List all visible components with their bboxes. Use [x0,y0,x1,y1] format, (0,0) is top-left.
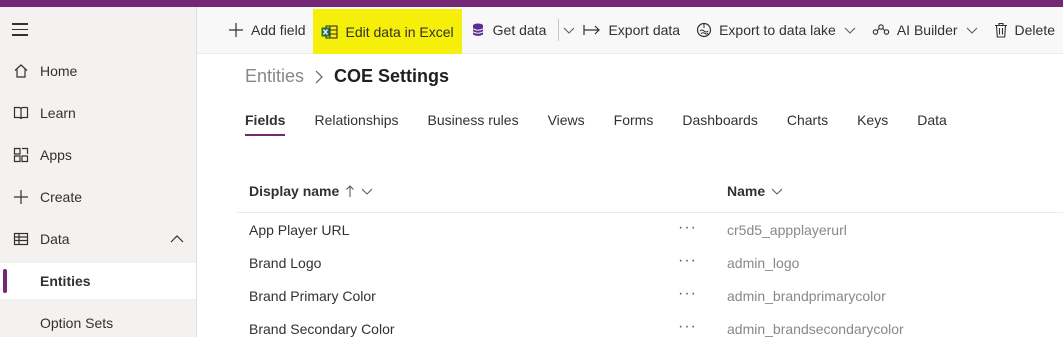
get-data-label: Get data [492,22,547,38]
ai-builder-button[interactable]: AI Builder [864,7,986,53]
book-icon [12,104,30,122]
hamburger-menu-icon[interactable] [12,23,28,37]
tab-views[interactable]: Views [548,110,585,136]
nav-item-home[interactable]: Home [0,53,196,89]
tab-charts[interactable]: Charts [787,110,828,136]
field-schema-name: admin_brandprimarycolor [727,288,886,304]
tab-business-rules[interactable]: Business rules [428,110,519,136]
more-options-icon[interactable]: ··· [678,313,697,346]
field-display-name[interactable]: App Player URL [249,214,349,247]
table-row[interactable]: App Player URL ··· cr5d5_appplayerurl [237,214,1063,247]
table-header: Display name Name [237,170,1063,213]
plus-icon [229,23,243,37]
page-title: COE Settings [334,66,450,86]
ai-builder-icon [872,24,890,35]
tab-fields[interactable]: Fields [245,110,286,136]
table-row[interactable]: Brand Secondary Color ··· admin_brandsec… [237,313,1063,346]
nav-item-data[interactable]: Data [0,221,196,257]
table-row[interactable]: Brand Logo ··· admin_logo [237,247,1063,280]
delete-button[interactable]: Delete [986,7,1063,53]
home-icon [12,62,30,80]
chevron-down-icon [361,188,373,195]
toolbar-divider [558,19,559,41]
breadcrumb-entities-link[interactable]: Entities [245,66,304,87]
field-schema-name: admin_logo [727,255,800,271]
excel-icon [321,24,339,39]
tab-dashboards[interactable]: Dashboards [682,110,758,136]
chevron-down-icon[interactable] [844,24,856,36]
add-field-label: Add field [251,22,306,38]
nav-item-label: Create [40,189,83,205]
table-icon [12,230,30,248]
tab-forms[interactable]: Forms [614,110,654,136]
more-options-icon[interactable]: ··· [678,247,697,280]
export-data-label: Export data [608,22,681,38]
add-field-button[interactable]: Add field [220,7,313,53]
database-icon [472,23,483,36]
field-schema-name: admin_brandsecondarycolor [727,321,904,337]
field-schema-name: cr5d5_appplayerurl [727,222,847,238]
breadcrumb: Entities COE Settings [245,66,449,87]
nav-item-label: Data [40,231,70,247]
plus-icon [12,188,30,206]
nav-item-label: Apps [40,147,72,163]
nav-subitem-label: Option Sets [40,315,114,331]
tab-keys[interactable]: Keys [857,110,888,136]
nav-item-label: Learn [40,105,76,121]
nav-subitem-option-sets[interactable]: Option Sets [0,305,196,341]
edit-data-in-excel-button[interactable]: Edit data in Excel [313,9,462,54]
chevron-down-icon [563,27,575,34]
left-nav: Home Learn Apps Create Data Entities Opt… [0,7,197,337]
column-header-label: Name [727,183,766,199]
column-header-display-name[interactable]: Display name [249,170,373,212]
field-display-name[interactable]: Brand Secondary Color [249,313,395,346]
chevron-down-icon[interactable] [966,24,978,36]
column-header-label: Display name [249,183,340,199]
apps-icon [12,146,30,164]
nav-subitem-entities[interactable]: Entities [0,263,196,299]
more-options-icon[interactable]: ··· [678,280,697,313]
trash-icon [994,22,1007,38]
export-to-data-lake-button[interactable]: Export to data lake [688,7,864,53]
nav-subitem-label: Entities [40,273,91,289]
nav-item-label: Home [40,63,78,79]
ai-builder-label: AI Builder [896,22,958,38]
get-data-button[interactable]: Get data [462,7,555,53]
entity-tabs: Fields Relationships Business rules View… [245,110,976,136]
export-data-button[interactable]: Export data [575,7,688,53]
tab-relationships[interactable]: Relationships [314,110,398,136]
tab-data[interactable]: Data [917,110,947,136]
field-display-name[interactable]: Brand Primary Color [249,280,376,313]
export-to-data-lake-label: Export to data lake [719,22,836,38]
chevron-up-icon[interactable] [170,232,184,246]
nav-item-learn[interactable]: Learn [0,95,196,131]
chevron-right-icon [314,70,324,84]
export-arrow-icon [583,25,601,35]
get-data-dropdown[interactable] [563,7,576,53]
nav-item-apps[interactable]: Apps [0,137,196,173]
more-options-icon[interactable]: ··· [678,214,697,247]
delete-label: Delete [1014,22,1055,38]
sort-ascending-icon [346,185,355,197]
field-display-name[interactable]: Brand Logo [249,247,321,280]
column-header-name[interactable]: Name [727,170,783,212]
chevron-down-icon [771,188,783,195]
table-row[interactable]: Brand Primary Color ··· admin_brandprima… [237,280,1063,313]
active-indicator [3,269,7,293]
command-bar: Add field Edit data in Excel Get data Ex… [197,7,1063,54]
edit-data-in-excel-label: Edit data in Excel [345,23,454,40]
data-lake-icon [696,22,712,38]
top-accent-bar [0,0,1063,7]
nav-item-create[interactable]: Create [0,179,196,215]
